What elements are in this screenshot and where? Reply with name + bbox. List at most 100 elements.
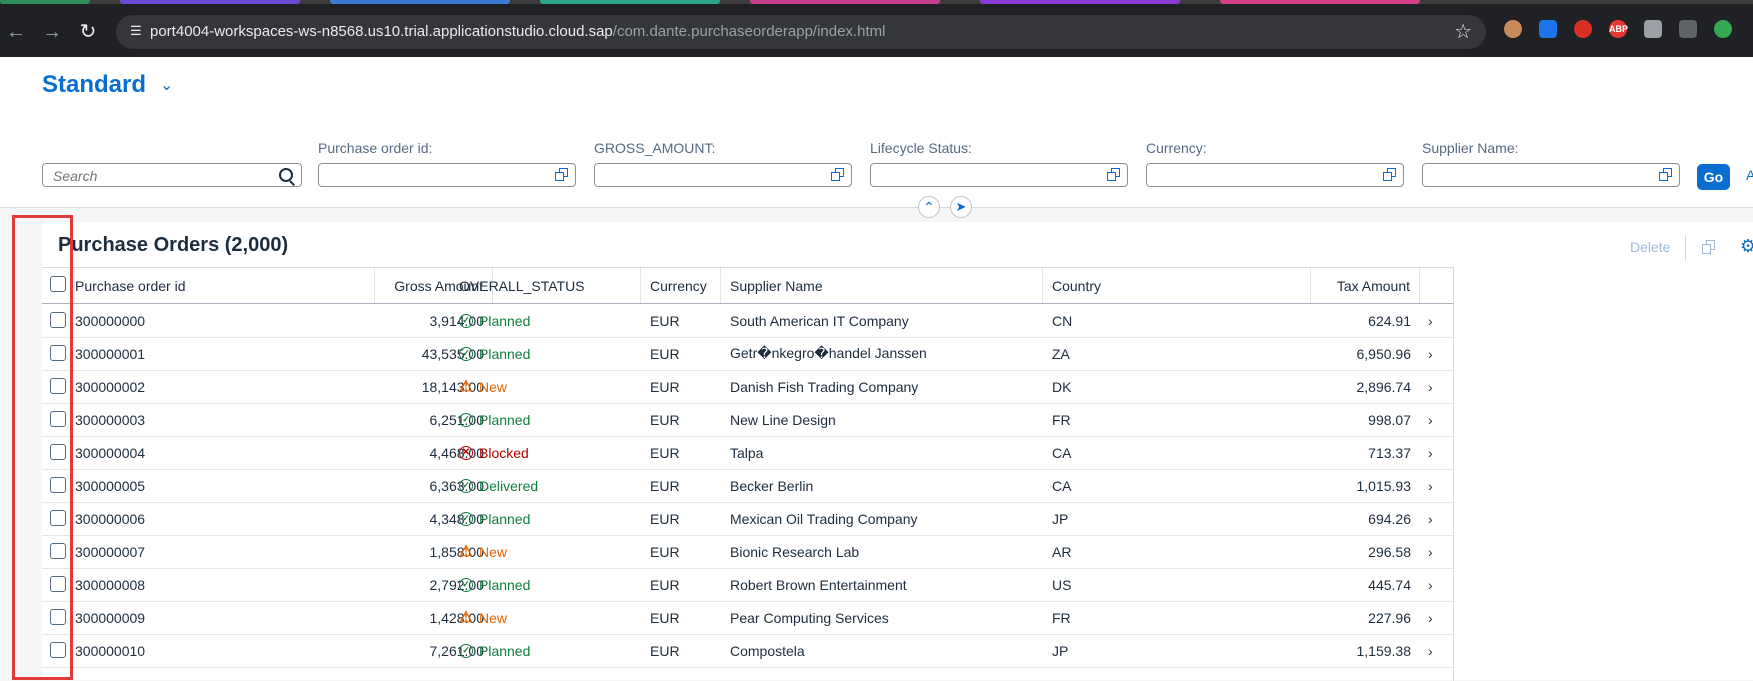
cell-tax-amount: 6,950.96 [1356,345,1412,362]
column-header-purchase-order-id[interactable]: Purchase order id [75,268,375,303]
extension-doc-icon[interactable] [1539,20,1557,38]
status-success-icon: ✓ [459,643,473,658]
status-success-icon: ✓ [459,412,473,427]
cell-tax-amount: 1,159.38 [1356,642,1412,659]
cell-country: FR [1052,411,1071,428]
extension-image-icon[interactable] [1644,20,1662,38]
row-navigation[interactable]: › [1428,535,1448,568]
value-help-icon[interactable] [1659,168,1673,182]
cell-country: AR [1052,543,1072,560]
cell-country: ZA [1052,345,1070,362]
column-header-currency[interactable]: Currency [641,268,721,303]
supplier-name-input[interactable] [1422,163,1680,187]
selection-column-highlight [12,215,73,680]
chevron-right-icon: › [1428,411,1433,428]
currency-input[interactable] [1146,163,1404,187]
row-navigation[interactable]: › [1428,436,1448,469]
chevron-right-icon: › [1428,576,1433,593]
filter-label-currency: Currency: [1146,140,1207,156]
extension-shield-icon[interactable] [1574,20,1592,38]
row-navigation[interactable]: › [1428,469,1448,502]
go-button[interactable]: Go [1697,164,1730,190]
cell-purchase-order-id: 300000001 [75,345,146,362]
search-field[interactable] [42,163,302,188]
forward-button[interactable]: → [38,18,66,46]
cell-currency: EUR [650,543,680,560]
search-input[interactable] [43,164,275,188]
extension-puzzle-icon[interactable] [1714,20,1732,38]
cell-purchase-order-id: 300000003 [75,411,146,428]
reload-icon: ↻ [79,21,97,43]
row-navigation[interactable]: › [1428,601,1448,634]
table-row[interactable]: 300000005 6,363.00 ✓ Delivered EUR Becker Ber… [42,469,1453,503]
cell-purchase-order-id: 300000005 [75,477,146,494]
lifecycle-status-input[interactable] [870,163,1128,187]
status-success-icon: ✓ [459,313,473,328]
table-row[interactable]: 300000003 6,251.00 ✓ Planned EUR New Line Des… [42,403,1453,437]
table-row[interactable]: 300000004 4,468.00 ✕ Blocked EUR Talpa CA 713.3… [42,436,1453,470]
row-navigation[interactable]: › [1428,304,1448,337]
column-header-tax-amount[interactable]: Tax Amount [1311,268,1420,303]
variant-title[interactable]: Standard [42,71,146,99]
cell-purchase-order-id: 300000006 [75,510,146,527]
value-help-icon[interactable] [555,168,569,182]
table-row[interactable]: 300000007 1,858.00 ⚠ New EUR Bionic Research … [42,535,1453,569]
row-navigation[interactable]: › [1428,502,1448,535]
table-row[interactable]: 300000008 2,792.00 ✓ Planned EUR Robert Brown… [42,568,1453,602]
filter-label-purchase-order-id: Purchase order id: [318,140,433,156]
pin-header-button[interactable]: ➤ [950,196,972,218]
cell-supplier-name: Pear Computing Services [730,609,889,626]
gross-amount-input[interactable] [594,163,852,187]
back-button[interactable]: ← [2,18,30,46]
row-navigation[interactable]: › [1428,568,1448,601]
cell-currency: EUR [650,411,680,428]
chevron-right-icon: › [1428,345,1433,362]
table-row[interactable]: 300000010 7,261.00 ✓ Planned EUR Compostela JP… [42,634,1453,668]
delete-button[interactable]: Delete [1630,239,1670,255]
extension-screen-icon[interactable] [1679,20,1697,38]
copy-icon[interactable] [1702,240,1716,254]
cell-country: DK [1052,378,1072,395]
table-row[interactable]: 300000000 3,914.00 ✓ Planned EUR South Americ… [42,304,1453,338]
status-text: Planned [479,510,531,527]
column-header-supplier-name[interactable]: Supplier Name [721,268,1043,303]
extension-avatar-icon[interactable] [1504,20,1522,38]
collapse-header-button[interactable]: ⌃ [918,196,940,218]
value-help-icon[interactable] [831,168,845,182]
adapt-filters-button[interactable]: A [1746,167,1753,183]
status-text: Delivered [479,477,539,494]
table-row[interactable]: 300000006 4,348.00 ✓ Planned EUR Mexican Oil … [42,502,1453,536]
url-text[interactable]: port4004-workspaces-ws-n8568.us10.trial.… [150,23,885,41]
value-help-icon[interactable] [1383,168,1397,182]
extension-abp-icon[interactable]: ABP [1609,20,1628,38]
tab-strip[interactable] [0,0,1753,4]
cell-currency: EUR [650,378,680,395]
cell-country: FR [1052,609,1071,626]
row-navigation[interactable]: › [1428,634,1448,667]
chevron-down-icon[interactable]: ⌄ [160,75,173,95]
column-header-country[interactable]: Country [1043,268,1311,303]
cell-tax-amount: 296.58 [1368,543,1411,560]
star-icon[interactable]: ☆ [1454,21,1472,43]
cell-supplier-name: Robert Brown Entertainment [730,576,907,593]
cell-overall-status: ✓ Delivered [450,469,641,502]
cell-purchase-order-id: 300000004 [75,444,146,461]
purchase-order-id-input[interactable] [318,163,576,187]
column-header-overall-status[interactable]: OVERALL_STATUS [450,268,641,303]
row-navigation[interactable]: › [1428,370,1448,403]
row-navigation[interactable]: › [1428,337,1448,370]
search-icon[interactable] [279,168,293,182]
site-info-icon[interactable]: ☰ [130,23,146,39]
address-bar[interactable]: ☰ port4004-workspaces-ws-n8568.us10.tria… [116,15,1486,49]
status-text: Planned [479,345,531,362]
value-help-icon[interactable] [1107,168,1121,182]
reload-button[interactable]: ↻ [74,18,102,46]
cell-currency: EUR [650,642,680,659]
gear-icon[interactable]: ⚙ [1740,236,1753,257]
cell-currency: EUR [650,312,680,329]
table-row[interactable]: 300000009 1,428.00 ⚠ New EUR Pear Computing S… [42,601,1453,635]
cell-overall-status: ✓ Planned [450,568,641,601]
table-row[interactable]: 300000002 18,143.00 ⚠ New EUR Danish Fish Tra… [42,370,1453,404]
table-row[interactable]: 300000001 43,535.00 ✓ Planned EUR Getr�nkegro… [42,337,1453,371]
row-navigation[interactable]: › [1428,403,1448,436]
